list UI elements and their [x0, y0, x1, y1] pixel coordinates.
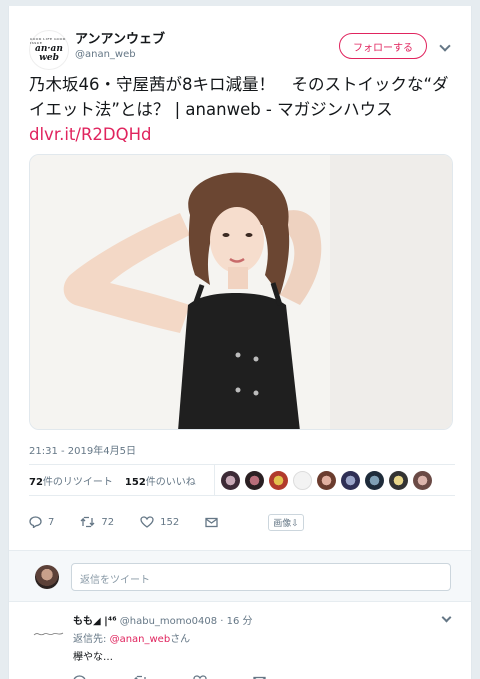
reply-to-handle[interactable]: @anan_web	[110, 634, 171, 645]
reply-compose-bar: 返信をツイート	[9, 550, 471, 602]
reply-separator: ·	[217, 616, 227, 627]
reply-text: 欅やな…	[73, 652, 113, 663]
reply-user-handle[interactable]: @habu_momo0408	[120, 616, 217, 627]
photo-illustration	[30, 155, 452, 429]
follow-button[interactable]: フォローする	[339, 33, 427, 59]
reply-like-button[interactable]	[193, 672, 253, 679]
retweet-icon	[134, 675, 146, 679]
liker-avatar[interactable]	[292, 470, 312, 490]
liker-avatar[interactable]	[316, 470, 336, 490]
reply-actions	[73, 672, 313, 679]
liker-avatar[interactable]	[340, 470, 360, 490]
user-info[interactable]: アンアンウェブ @anan_web	[75, 32, 165, 62]
heart-icon	[193, 675, 207, 679]
chevron-down-icon[interactable]	[439, 40, 451, 52]
image-download-button[interactable]: 画像⇩	[268, 513, 304, 531]
liker-avatar[interactable]	[412, 470, 432, 490]
reply-to-line: 返信先: @anan_webさん	[73, 630, 190, 645]
tweet-body: 乃木坂46・守屋茜が8キロ減量！ そのストイックな“ダイエット法”とは？ | a…	[29, 75, 449, 119]
message-button[interactable]	[205, 517, 224, 528]
account-avatar[interactable]: GOOD LIFE GOOD ISSUE an·an web	[29, 30, 69, 70]
reply-user-avatar[interactable]	[29, 614, 69, 654]
reply-icon	[29, 516, 42, 528]
liker-avatar[interactable]	[244, 470, 264, 490]
reply-button[interactable]: 7	[29, 516, 54, 528]
tweet-link[interactable]: dlvr.it/R2DQHd	[29, 125, 152, 144]
liker-avatars	[213, 464, 437, 496]
retweet-stat[interactable]: 72件のリツイート	[29, 473, 113, 488]
retweet-icon	[80, 516, 95, 528]
heart-icon	[140, 516, 154, 528]
liker-avatar[interactable]	[364, 470, 384, 490]
reply-icon	[73, 675, 86, 679]
reply-tweet[interactable]: もも◢ |⁴⁶ @habu_momo0408 · 16 分 返信先: @anan…	[9, 602, 471, 679]
reply-user-name[interactable]: もも◢ |⁴⁶	[73, 616, 117, 627]
like-button[interactable]: 152	[140, 516, 179, 528]
like-stat-count: 152	[124, 476, 146, 488]
avatar-scribble	[33, 632, 64, 636]
tweet-photo[interactable]	[29, 154, 453, 430]
liker-avatar[interactable]	[268, 470, 288, 490]
user-handle[interactable]: @anan_web	[75, 48, 165, 62]
like-stat[interactable]: 152件のいいね	[125, 473, 196, 488]
retweet-button[interactable]: 72	[80, 516, 114, 528]
reply-to-suffix: さん	[170, 634, 191, 645]
tweet-timestamp[interactable]: 21:31 - 2019年4月5日	[29, 442, 136, 457]
reply-retweet-button[interactable]	[133, 672, 193, 679]
reply-header: もも◢ |⁴⁶ @habu_momo0408 · 16 分	[73, 612, 253, 627]
chevron-down-icon[interactable]	[441, 612, 452, 623]
current-user-avatar[interactable]	[35, 565, 59, 589]
display-name[interactable]: アンアンウェブ	[75, 32, 165, 48]
reply-time[interactable]: 16 分	[227, 616, 253, 627]
liker-avatar[interactable]	[220, 470, 240, 490]
tweet-detail-panel: GOOD LIFE GOOD ISSUE an·an web アンアンウェブ @…	[8, 6, 472, 679]
liker-avatar[interactable]	[388, 470, 408, 490]
tweet-stats: 72件のリツイート 152件のいいね	[29, 464, 455, 496]
reply-to-prefix: 返信先:	[73, 634, 110, 645]
envelope-icon	[205, 517, 218, 527]
like-count: 152	[160, 516, 180, 528]
logo-text-web: web	[39, 53, 59, 63]
tweet-actions: 7 72 152 画像⇩	[29, 510, 455, 534]
reply-input[interactable]: 返信をツイート	[71, 563, 451, 591]
retweet-count: 72	[101, 516, 115, 528]
reply-reply-button[interactable]	[73, 672, 133, 679]
retweet-stat-label: 件のリツイート	[42, 476, 113, 488]
reply-count: 7	[48, 516, 55, 528]
tweet-text: 乃木坂46・守屋茜が8キロ減量！ そのストイックな“ダイエット法”とは？ | a…	[29, 72, 455, 147]
reply-message-button[interactable]	[253, 672, 313, 679]
like-stat-label: 件のいいね	[145, 476, 196, 488]
retweet-stat-count: 72	[29, 476, 43, 488]
